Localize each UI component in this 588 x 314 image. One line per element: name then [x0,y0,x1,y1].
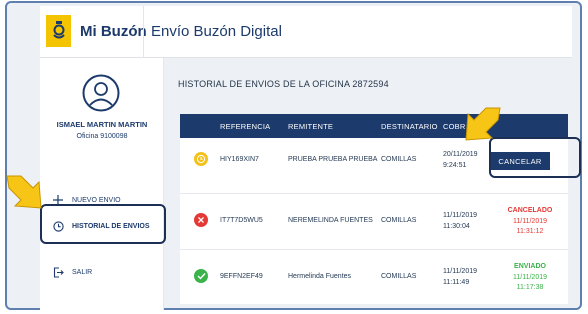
table-row[interactable]: 9EFFN2EF49 Hermelinda Fuentes COMILLAS 1… [180,250,568,306]
sidebar-item-salir[interactable]: SALIR [52,265,92,279]
cell-time: 9:24:51 [443,162,467,169]
sidebar: ISMAEL MARTIN MARTIN Oficina 9100098 NUE… [40,58,164,310]
cell-referencia: 9EFFN2EF49 [220,273,263,280]
correos-logo [46,15,71,47]
pending-clock-icon [194,152,208,166]
sidebar-item-label: NUEVO ENVIO [72,196,121,204]
user-avatar-icon [82,74,120,112]
user-name: ISMAEL MARTIN MARTIN [56,120,148,129]
status-badge-enviado: ENVIADO [514,263,546,270]
cell-remitente: PRUEBA PRUEBA PRUEBA [288,156,378,163]
status-date: 11/11/2019 [513,274,547,281]
status-time: 11:17:38 [516,284,544,291]
app-title: Envío Buzón Digital [151,23,282,40]
user-office: Oficina 9100098 [76,133,128,140]
app-header: Mi Buzón Envío Buzón Digital [40,6,572,58]
table-header: REFERENCIA REMITENTE DESTINATARIO COBR [180,114,568,138]
cell-date: 11/11/2019 [443,212,477,219]
cancel-x-icon [194,213,208,227]
column-header-destinatario[interactable]: DESTINATARIO [381,122,438,131]
brand-name[interactable]: Mi Buzón [80,23,147,40]
pointer-arrow-icon [465,107,501,141]
cell-referencia: HIY169XIN7 [220,156,259,163]
sidebar-item-label: SALIR [72,268,93,276]
header-divider [143,6,144,58]
status-badge-cancelado: CANCELADO [507,207,553,214]
cell-remitente: Hermelinda Fuentes [288,273,352,280]
cell-referencia: IT7T7D5WU5 [220,217,263,224]
cell-destinatario: COMILLAS [381,217,417,224]
cell-destinatario: COMILLAS [381,273,417,280]
check-icon [194,269,208,283]
cell-time: 11:30:04 [443,223,470,230]
status-date: 11/11/2019 [513,218,547,225]
highlight-box-historial [40,204,166,244]
column-header-remitente[interactable]: REMITENTE [288,122,333,131]
cell-date: 20/11/2019 [443,151,478,158]
cell-time: 11:11:49 [443,279,470,286]
cell-remitente: NEREMELINDA FUENTES [288,217,373,224]
logout-icon [52,266,64,278]
column-header-referencia[interactable]: REFERENCIA [220,122,270,131]
cell-destinatario: COMILLAS [381,156,417,163]
page-title: HISTORIAL DE ENVIOS DE LA OFICINA 287259… [178,79,389,89]
status-time: 11:31:12 [516,228,544,235]
cell-date: 11/11/2019 [443,268,477,275]
pointer-arrow-icon [6,175,42,209]
table-row[interactable]: IT7T7D5WU5 NEREMELINDA FUENTES COMILLAS … [180,194,568,250]
